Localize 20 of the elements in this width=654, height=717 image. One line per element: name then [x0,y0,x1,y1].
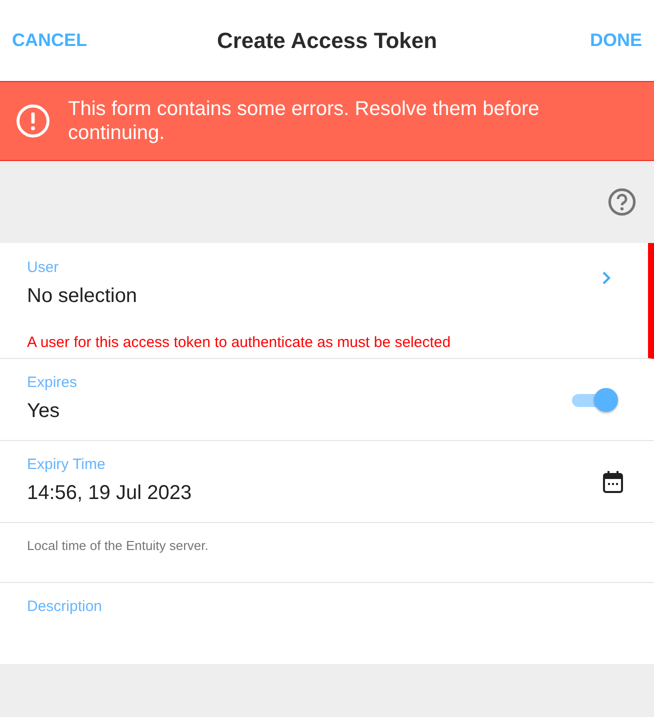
chevron-right-icon [602,270,611,284]
field-value: No selection [27,284,138,309]
calendar-icon[interactable] [603,470,623,492]
alert-icon [16,104,50,138]
field-label: Expires [27,374,78,392]
field-label: User [27,259,60,277]
error-message: This form contains some errors. Resolve them before continuing. [68,97,540,145]
cancel-button[interactable]: CANCEL [12,26,87,55]
help-icon[interactable] [608,188,636,216]
dialog-title: Create Access Token [216,28,438,54]
user-picker-row[interactable]: User No selection A user for this access token to authenticate as must be selected [0,243,654,359]
datetime-picker-row[interactable]: Expiry Time 14:56, 19 Jul 2023 [0,441,654,523]
expires-toggle[interactable] [572,386,620,412]
field-hint: Local time of the Entuity server. [27,538,208,555]
field-value: Yes [27,399,61,424]
field-value: 14:56, 19 Jul 2023 [27,481,193,506]
validation-error: A user for this access token to authenticate as must be selected [27,334,452,352]
field-label: Expiry Time [27,456,106,474]
done-button[interactable]: DONE [590,26,642,55]
description-field[interactable]: Description [0,583,654,664]
